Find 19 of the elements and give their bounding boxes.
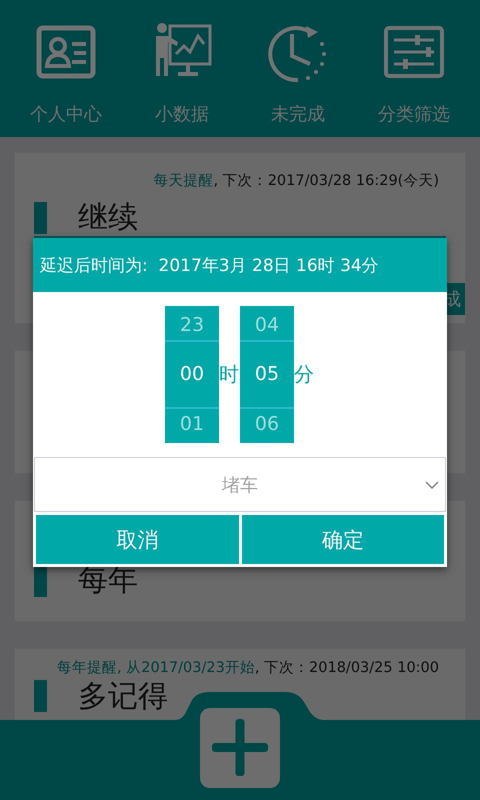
picker-value: 04 [240, 306, 294, 342]
reminder-title: 多记得 [78, 680, 168, 712]
reminder-schedule: 每年提醒, 从2017/03/23开始, 下次：2018/03/25 10:00 [56, 659, 440, 677]
nav-label: 小数据 [155, 103, 209, 126]
picker-value: 00 [178, 362, 206, 387]
reminder-schedule: 每天提醒, 下次：2017/03/28 16:29(今天) [152, 172, 440, 190]
nav-label: 个人中心 [30, 103, 102, 126]
dropdown-placeholder: 堵车 [222, 474, 258, 496]
picker-value: 06 [240, 407, 294, 443]
reminder-title: 继续 [78, 200, 138, 236]
nav-label: 分类筛选 [378, 103, 450, 126]
nav-label: 未完成 [271, 103, 325, 126]
unit-label: 时 [219, 361, 240, 388]
picker-value: 01 [165, 407, 219, 443]
dialog-title: 延迟后时间为: 2017年3月 28日 16时 34分 [33, 238, 447, 292]
picker-value: 05 [254, 362, 280, 387]
reminder-title: 每年 [78, 563, 138, 599]
picker-value: 23 [165, 306, 219, 342]
unit-label: 分 [294, 361, 315, 388]
